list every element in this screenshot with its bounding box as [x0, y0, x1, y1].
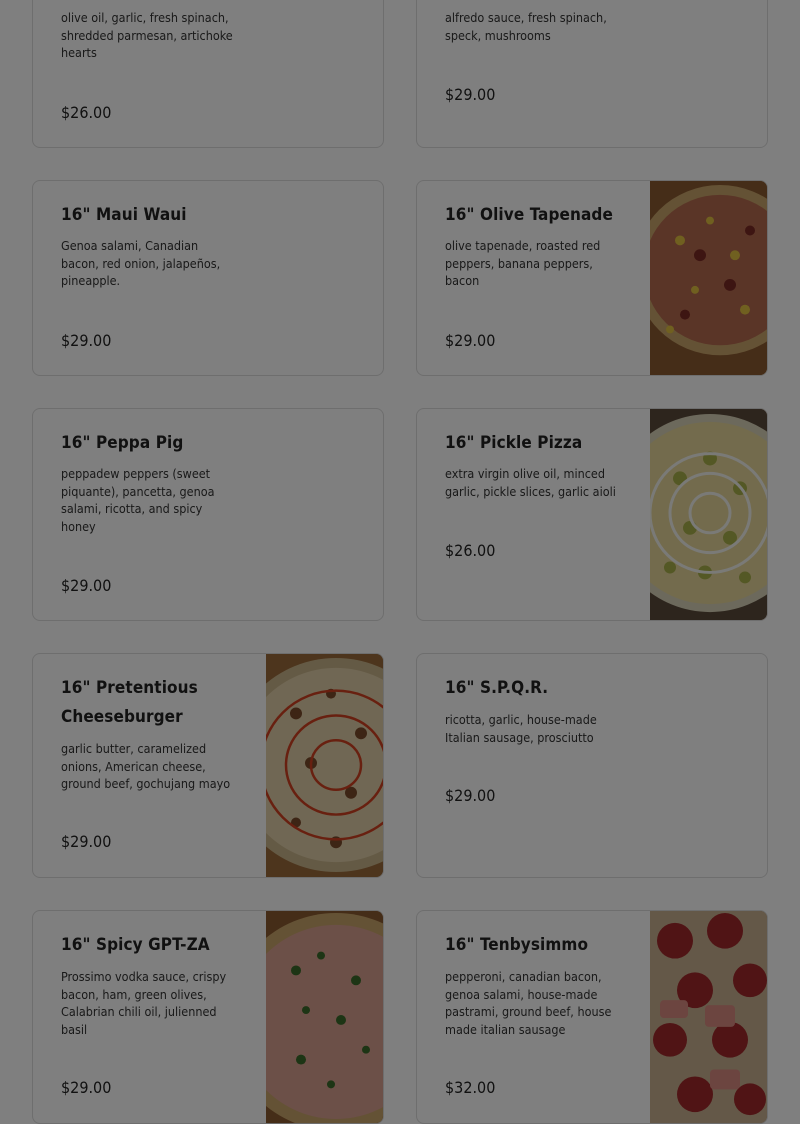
modal-backdrop[interactable]	[0, 0, 800, 1124]
